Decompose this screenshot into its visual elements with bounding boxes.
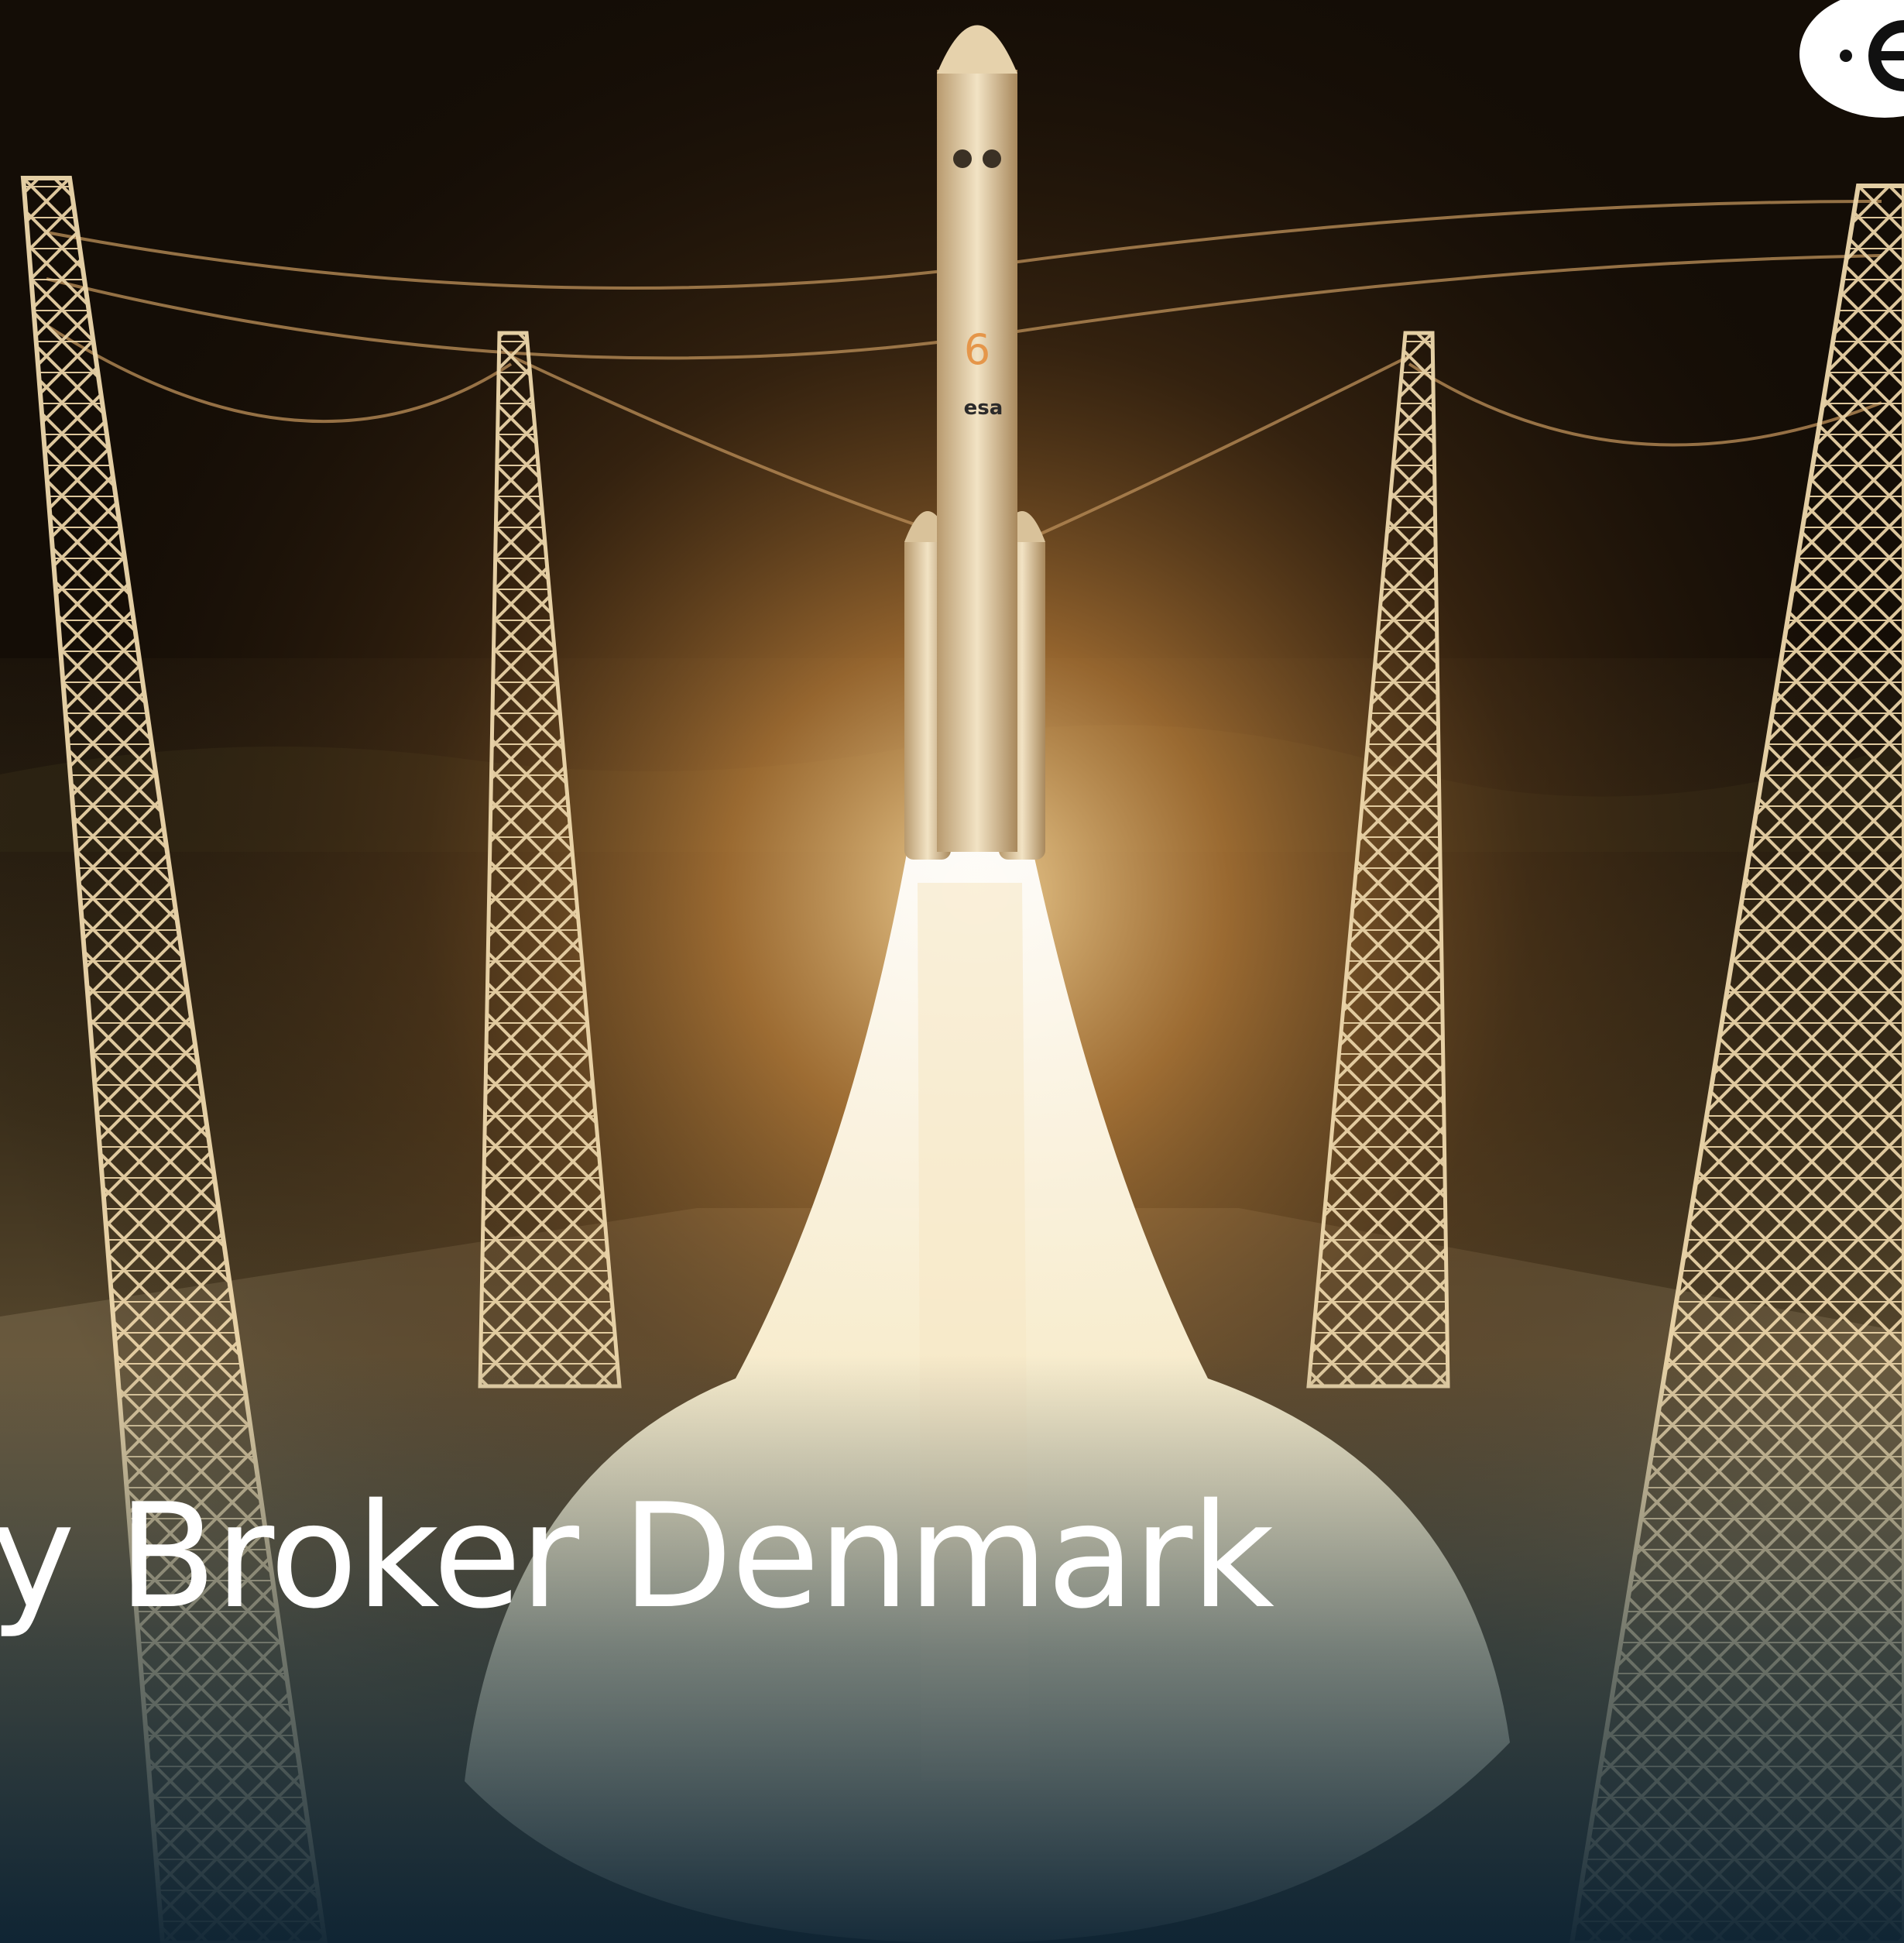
- esa-logo-icon[interactable]: [1780, 0, 1904, 124]
- hero-banner: 6 esa ogy Broker Denmark: [0, 0, 1904, 1943]
- page-title: ogy Broker Denmark: [0, 1472, 1274, 1640]
- svg-text:esa: esa: [964, 396, 1003, 420]
- headline-banner: ogy Broker Denmark: [0, 1471, 1904, 1657]
- svg-text:6: 6: [964, 325, 990, 374]
